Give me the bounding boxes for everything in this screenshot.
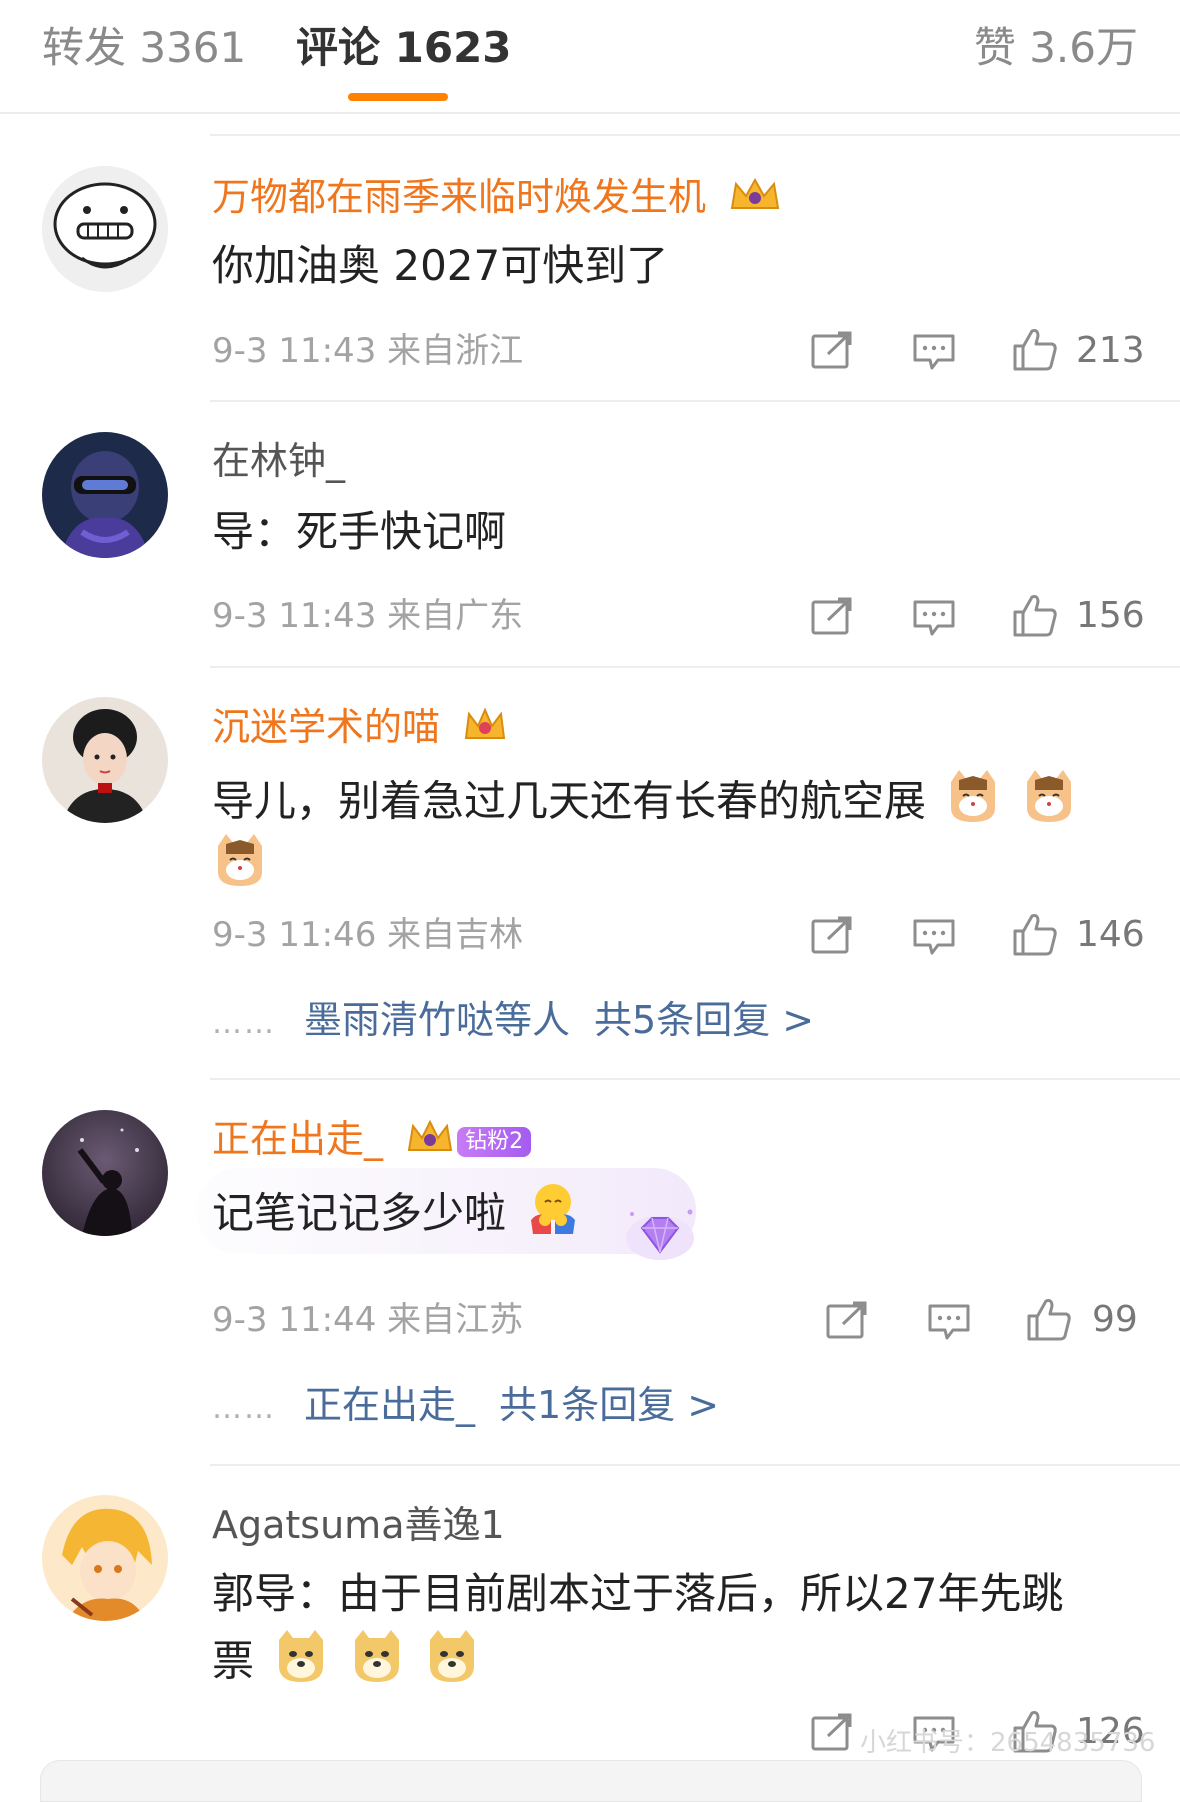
divider [210, 1078, 1180, 1080]
comment-text-line2: 票 [212, 1628, 480, 1700]
tab-likes[interactable]: 赞 3.6万 [974, 20, 1138, 76]
hug-emoji [525, 1180, 581, 1252]
diamond-icon [622, 1200, 698, 1270]
repost-icon[interactable] [810, 915, 854, 959]
cat-emoji [945, 768, 1001, 840]
comment-meta: 9-3 11:46 来自吉林 [212, 915, 524, 955]
comment-username[interactable]: 在林钟_ [212, 436, 345, 486]
fan-badge: 钻粉2 [457, 1126, 532, 1157]
tab-repost[interactable]: 转发 3361 [42, 20, 246, 76]
view-replies-link[interactable]: …… 正在出走_ 共1条回复 > [212, 1380, 719, 1434]
divider [210, 666, 1180, 668]
avatar[interactable] [42, 432, 168, 558]
repost-icon[interactable] [810, 330, 854, 374]
comment-text-line2 [212, 832, 268, 904]
doge-emoji [424, 1628, 480, 1700]
comment-meta: 9-3 11:43 来自浙江 [212, 331, 524, 371]
avatar[interactable] [42, 1495, 168, 1621]
like-icon[interactable] [1026, 1296, 1072, 1346]
comment-text: 你加油奥 2027可快到了 [212, 241, 669, 290]
divider [210, 134, 1180, 136]
comment-text: 记笔记记多少啦 [212, 1180, 581, 1252]
like-icon[interactable] [1012, 911, 1058, 961]
bottom-input-bar[interactable] [40, 1760, 1142, 1802]
like-count: 146 [1076, 914, 1145, 955]
repost-icon[interactable] [810, 596, 854, 640]
avatar[interactable] [42, 1110, 168, 1236]
comment-username[interactable]: 万物都在雨季来临时焕发生机 [212, 172, 782, 226]
comment-text: 郭导：由于目前剧本过于落后，所以27年先跳 [212, 1569, 1064, 1618]
like-count: 213 [1076, 330, 1145, 371]
comment-icon[interactable] [912, 332, 956, 376]
comment-icon[interactable] [912, 598, 956, 642]
cat-emoji [212, 832, 268, 904]
crown-icon [462, 704, 508, 756]
comment-text: 导：死手快记啊 [212, 507, 507, 556]
crown-icon [728, 174, 782, 226]
divider [210, 1464, 1180, 1466]
doge-emoji [349, 1628, 405, 1700]
repost-icon[interactable] [810, 1712, 854, 1756]
like-count: 99 [1092, 1299, 1138, 1340]
comment-username[interactable]: 沉迷学术的喵 [212, 702, 508, 756]
like-count: 156 [1076, 595, 1145, 636]
avatar[interactable] [42, 166, 168, 292]
comment-text: 导儿，别着急过几天还有长春的航空展 [212, 768, 1077, 840]
cat-emoji [1021, 768, 1077, 840]
crown-icon [405, 1116, 455, 1168]
tab-comments[interactable]: 评论 1623 [296, 20, 512, 76]
comment-username[interactable]: Agatsuma善逸1 [212, 1500, 505, 1550]
comment-icon[interactable] [912, 917, 956, 961]
comment-username[interactable]: 正在出走_ 钻粉2 [212, 1114, 532, 1168]
active-tab-indicator [348, 93, 448, 101]
comment-meta: 9-3 11:44 来自江苏 [212, 1300, 524, 1340]
watermark: 小红书号：2654835736 [860, 1728, 1156, 1758]
divider [210, 400, 1180, 402]
comment-icon[interactable] [927, 1302, 971, 1346]
doge-emoji [273, 1628, 329, 1700]
comment-tabs: 转发 3361 评论 1623 赞 3.6万 [0, 0, 1180, 114]
comment-meta: 9-3 11:43 来自广东 [212, 596, 524, 636]
avatar[interactable] [42, 697, 168, 823]
view-replies-link[interactable]: …… 墨雨清竹哒等人 共5条回复 > [212, 995, 814, 1049]
like-icon[interactable] [1012, 326, 1058, 376]
like-icon[interactable] [1012, 592, 1058, 642]
repost-icon[interactable] [825, 1300, 869, 1344]
